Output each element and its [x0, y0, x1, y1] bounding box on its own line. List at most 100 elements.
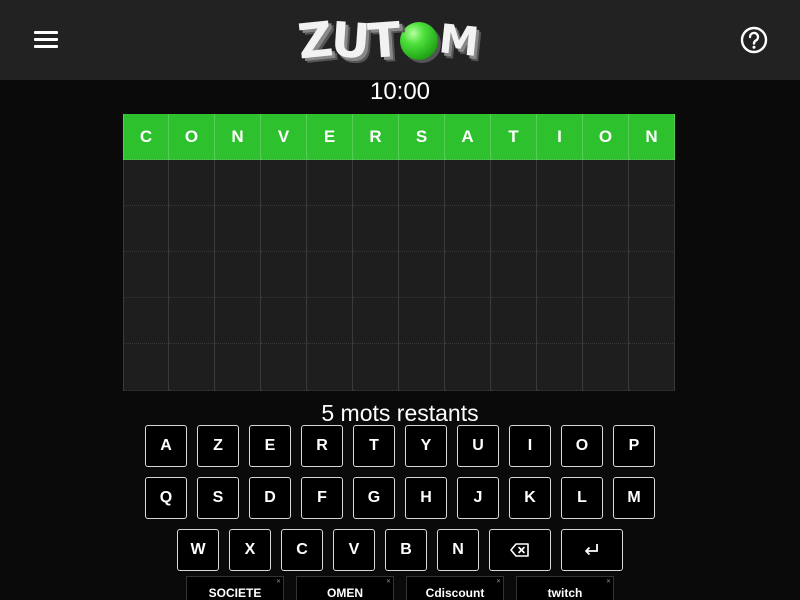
- grid-cell-correct: O: [583, 114, 629, 160]
- ad-label: OMEN: [327, 586, 363, 600]
- grid-cell-empty: [491, 344, 537, 391]
- grid-cell-correct: R: [353, 114, 399, 160]
- ad-banner-cdiscount[interactable]: ✕ Cdiscount: [406, 576, 504, 600]
- key-k[interactable]: K: [509, 477, 551, 519]
- key-w[interactable]: W: [177, 529, 219, 571]
- key-p[interactable]: P: [613, 425, 655, 467]
- ad-label: Cdiscount: [425, 586, 485, 600]
- countdown-timer: 10:00: [369, 78, 431, 105]
- key-s[interactable]: S: [197, 477, 239, 519]
- grid-cell-empty: [215, 160, 261, 206]
- grid-cell-empty: [307, 160, 353, 206]
- key-z[interactable]: Z: [197, 425, 239, 467]
- key-h[interactable]: H: [405, 477, 447, 519]
- grid-cell-empty: [491, 252, 537, 298]
- grid-cell-empty: [399, 298, 445, 344]
- remaining-words-text: 5 mots restants: [321, 400, 479, 426]
- grid-cell-empty: [215, 344, 261, 391]
- hamburger-menu-icon[interactable]: [28, 24, 64, 56]
- grid-row: [123, 160, 677, 206]
- grid-cell-empty: [215, 206, 261, 252]
- grid-cell-empty: [537, 344, 583, 391]
- grid-cell-correct: O: [169, 114, 215, 160]
- grid-cell-empty: [307, 252, 353, 298]
- grid-cell-empty: [353, 344, 399, 391]
- grid-cell-empty: [537, 206, 583, 252]
- grid-cell-empty: [123, 206, 169, 252]
- key-f[interactable]: F: [301, 477, 343, 519]
- grid-cell-empty: [491, 206, 537, 252]
- grid-cell-empty: [169, 298, 215, 344]
- grid-cell-empty: [583, 344, 629, 391]
- key-g[interactable]: G: [353, 477, 395, 519]
- backspace-key[interactable]: [489, 529, 551, 571]
- grid-cell-empty: [261, 206, 307, 252]
- grid-cell-empty: [537, 160, 583, 206]
- grid-cell-empty: [583, 206, 629, 252]
- key-m[interactable]: M: [613, 477, 655, 519]
- grid-cell-empty: [169, 206, 215, 252]
- grid-cell-empty: [123, 344, 169, 391]
- grid-cell-empty: [261, 344, 307, 391]
- logo-letter: Z: [295, 11, 334, 71]
- key-q[interactable]: Q: [145, 477, 187, 519]
- logo-letter: U: [328, 11, 370, 71]
- grid-cell-empty: [537, 298, 583, 344]
- grid-cell-correct: T: [491, 114, 537, 160]
- grid-cell-empty: [537, 252, 583, 298]
- grid-cell-empty: [169, 160, 215, 206]
- grid-cell-empty: [123, 252, 169, 298]
- grid-cell-empty: [123, 298, 169, 344]
- key-j[interactable]: J: [457, 477, 499, 519]
- grid-cell-correct: I: [537, 114, 583, 160]
- grid-cell-empty: [353, 160, 399, 206]
- grid-cell-empty: [307, 298, 353, 344]
- logo-letter: M: [436, 16, 479, 66]
- key-c[interactable]: C: [281, 529, 323, 571]
- grid-cell-empty: [169, 344, 215, 391]
- grid-cell-empty: [399, 344, 445, 391]
- grid-cell-empty: [307, 344, 353, 391]
- grid-row: [123, 206, 677, 252]
- grid-cell-empty: [169, 252, 215, 298]
- grid-cell-empty: [445, 206, 491, 252]
- ad-banner-omen[interactable]: ✕ OMEN: [296, 576, 394, 600]
- key-b[interactable]: B: [385, 529, 427, 571]
- grid-cell-empty: [445, 252, 491, 298]
- grid-cell-empty: [215, 298, 261, 344]
- grid-cell-correct: V: [261, 114, 307, 160]
- key-v[interactable]: V: [333, 529, 375, 571]
- help-icon[interactable]: [736, 22, 772, 58]
- grid-cell-empty: [629, 160, 675, 206]
- grid-cell-correct: N: [629, 114, 675, 160]
- grid-cell-empty: [445, 344, 491, 391]
- key-r[interactable]: R: [301, 425, 343, 467]
- grid-cell-empty: [445, 160, 491, 206]
- app-header: Z U T M: [0, 0, 800, 80]
- key-t[interactable]: T: [353, 425, 395, 467]
- key-x[interactable]: X: [229, 529, 271, 571]
- key-o[interactable]: O: [561, 425, 603, 467]
- key-d[interactable]: D: [249, 477, 291, 519]
- backspace-icon: [510, 543, 529, 557]
- key-y[interactable]: Y: [405, 425, 447, 467]
- grid-cell-empty: [261, 160, 307, 206]
- grid-cell-empty: [261, 252, 307, 298]
- key-n[interactable]: N: [437, 529, 479, 571]
- ad-banner-twitch[interactable]: ✕ twitch: [516, 576, 614, 600]
- zutom-logo: Z U T M: [295, 10, 504, 71]
- word-grid: CONVERSATION: [123, 114, 677, 391]
- key-i[interactable]: I: [509, 425, 551, 467]
- grid-cell-empty: [445, 298, 491, 344]
- ad-banner-societe[interactable]: ✕ SOCIETE: [186, 576, 284, 600]
- enter-key[interactable]: [561, 529, 623, 571]
- key-e[interactable]: E: [249, 425, 291, 467]
- key-l[interactable]: L: [561, 477, 603, 519]
- grid-cell-empty: [629, 344, 675, 391]
- grid-cell-correct: A: [445, 114, 491, 160]
- key-u[interactable]: U: [457, 425, 499, 467]
- ad-label: twitch: [547, 586, 583, 600]
- key-a[interactable]: A: [145, 425, 187, 467]
- ad-strip: ✕ SOCIETE ✕ OMEN ✕ Cdiscount ✕ twitch: [0, 576, 800, 600]
- grid-cell-empty: [583, 252, 629, 298]
